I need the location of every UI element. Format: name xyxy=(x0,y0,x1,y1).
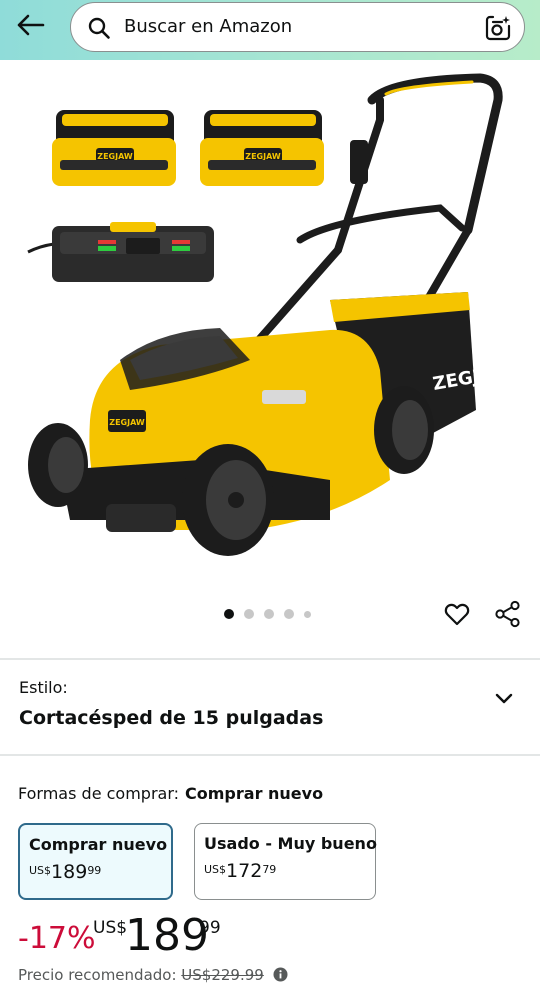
section-divider xyxy=(0,754,540,756)
svg-text:ZEGJAW: ZEGJAW xyxy=(97,152,133,161)
back-button[interactable] xyxy=(10,8,50,42)
buying-options-selected: Comprar nuevo xyxy=(185,784,324,803)
battery-1-illustration: ZEGJAW xyxy=(52,110,176,186)
product-image[interactable]: ZEGJAW ZEGJAW ZEGJAW ZEGJAW xyxy=(0,60,540,605)
pagination-dot[interactable] xyxy=(224,609,234,619)
camera-lens-icon[interactable] xyxy=(484,14,512,42)
buy-new-option[interactable]: Comprar nuevo US$18999 xyxy=(18,823,173,900)
image-pagination[interactable] xyxy=(224,609,311,619)
pagination-dot[interactable] xyxy=(244,609,254,619)
share-icon xyxy=(495,600,520,628)
pagination-dot[interactable] xyxy=(264,609,274,619)
search-icon xyxy=(88,17,110,39)
pagination-dot[interactable] xyxy=(304,610,311,618)
style-value: Cortacésped de 15 pulgadas xyxy=(19,707,324,729)
style-label: Estilo: xyxy=(19,678,68,697)
app-header: Buscar en Amazon xyxy=(0,0,540,60)
discount-percentage: -17% xyxy=(18,921,96,956)
option-title: Comprar nuevo xyxy=(29,835,168,854)
share-button[interactable] xyxy=(494,600,522,628)
chevron-down-icon xyxy=(495,693,513,704)
add-to-list-button[interactable] xyxy=(443,600,471,628)
arrow-left-icon xyxy=(17,14,45,36)
buy-used-option[interactable]: Usado - Muy bueno US$17279 xyxy=(194,823,377,900)
list-price-row: Precio recomendado: US$229.99 xyxy=(18,966,288,984)
pagination-dot[interactable] xyxy=(284,609,294,619)
option-price: US$17279 xyxy=(204,860,277,882)
buying-options-header: Formas de comprar: Comprar nuevo xyxy=(18,784,323,803)
charger-illustration xyxy=(27,222,214,282)
list-price-label: Precio recomendado: xyxy=(18,966,177,984)
buying-options-label: Formas de comprar: xyxy=(18,784,180,803)
heart-icon xyxy=(444,603,470,626)
battery-2-illustration: ZEGJAW xyxy=(200,110,324,186)
svg-text:ZEGJAW: ZEGJAW xyxy=(245,152,281,161)
style-selector[interactable]: Estilo: Cortacésped de 15 pulgadas xyxy=(0,662,540,754)
search-bar[interactable]: Buscar en Amazon xyxy=(70,2,525,52)
info-icon[interactable] xyxy=(273,967,288,982)
search-input[interactable]: Buscar en Amazon xyxy=(124,16,292,37)
option-price: US$18999 xyxy=(29,861,102,883)
section-divider xyxy=(0,658,540,660)
option-title: Usado - Muy bueno xyxy=(204,834,377,853)
svg-text:ZEGJAW: ZEGJAW xyxy=(109,418,145,427)
list-price-value: US$229.99 xyxy=(181,966,264,984)
